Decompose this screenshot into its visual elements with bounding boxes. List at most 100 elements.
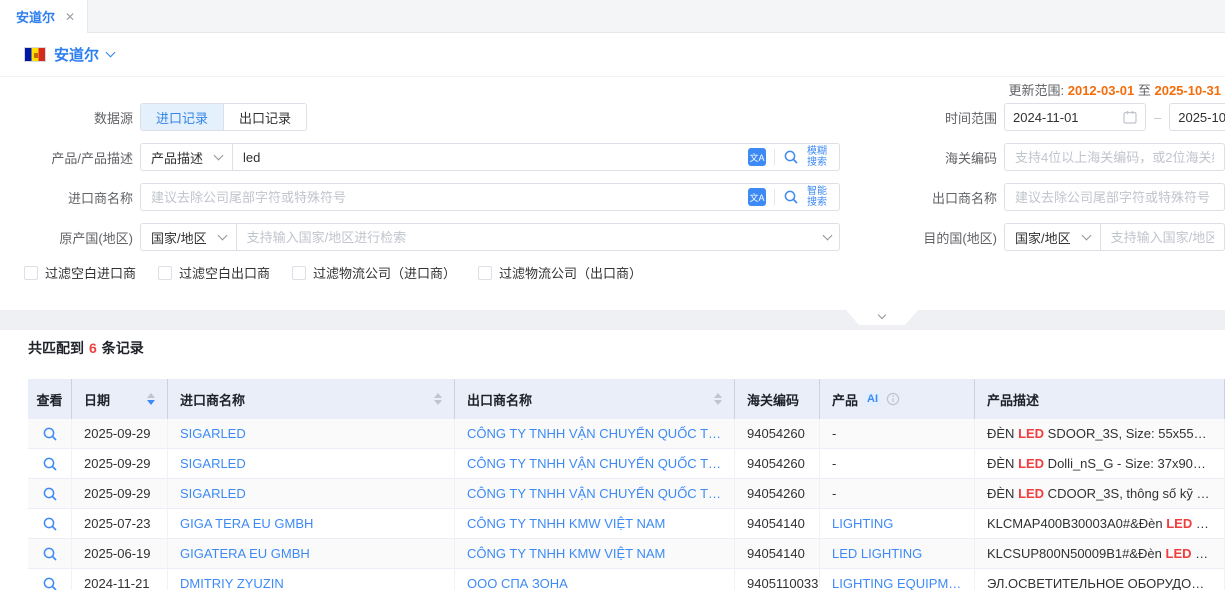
exporter-link[interactable]: CÔNG TY TNHH KMW VIỆT NAM <box>467 546 665 561</box>
col-product: 产品 AI <box>820 379 975 419</box>
table-row: 2025-09-29 SIGARLED CÔNG TY TNHH VẬN CHU… <box>28 449 1225 479</box>
col-product-label: 产品 <box>832 390 858 409</box>
checkbox-label: 过滤物流公司（进口商） <box>313 263 456 282</box>
cell-product: - <box>820 449 975 479</box>
collapse-form-button[interactable] <box>846 310 918 325</box>
time-range-label: 时间范围 <box>847 108 997 127</box>
sort-icons[interactable] <box>426 393 442 405</box>
hs-code-label: 海关编码 <box>847 148 997 167</box>
importer-link[interactable]: GIGATERA EU GMBH <box>180 546 310 561</box>
results-table: 查看 日期 进口商名称 出口商名称 海关编码 产品 AI <box>28 379 1225 590</box>
filter-blank-importer-checkbox[interactable]: 过滤空白进口商 <box>24 263 136 282</box>
view-record-icon[interactable] <box>42 576 58 590</box>
importer-link[interactable]: GIGA TERA EU GMBH <box>180 516 313 531</box>
col-importer-label: 进口商名称 <box>180 390 245 409</box>
export-records-tab[interactable]: 出口记录 <box>223 104 306 130</box>
filter-logistics-exporter-checkbox[interactable]: 过滤物流公司（出口商） <box>478 263 642 282</box>
data-source-label: 数据源 <box>0 108 133 127</box>
origin-country-select[interactable]: 国家/地区 <box>141 224 237 250</box>
import-records-tab[interactable]: 进口记录 <box>141 104 223 130</box>
importer-link[interactable]: SIGARLED <box>180 486 246 501</box>
start-date-value: 2024-11-01 <box>1013 110 1123 125</box>
exporter-label: 出口商名称 <box>847 188 997 207</box>
view-record-icon[interactable] <box>42 546 58 562</box>
divider <box>774 149 775 165</box>
update-range-label: 更新范围: <box>1008 83 1064 98</box>
filter-blank-exporter-checkbox[interactable]: 过滤空白出口商 <box>158 263 270 282</box>
col-importer[interactable]: 进口商名称 <box>168 379 455 419</box>
importer-link[interactable]: SIGARLED <box>180 456 246 471</box>
origin-country-input[interactable] <box>237 224 816 250</box>
product-search-input[interactable] <box>233 144 740 170</box>
checkbox-icon <box>478 266 492 280</box>
cell-hs-code: 94054140 <box>735 509 820 539</box>
checkbox-icon <box>24 266 38 280</box>
col-description: 产品描述 <box>975 379 1225 419</box>
importer-link[interactable]: SIGARLED <box>180 426 246 441</box>
product-type-select[interactable]: 产品描述 <box>141 144 233 170</box>
dest-select-value: 国家/地区 <box>1015 228 1071 247</box>
hs-code-input[interactable] <box>1005 144 1224 170</box>
ai-badge: AI <box>864 392 881 406</box>
product-link[interactable]: LIGHTING EQUIPMENT <box>832 576 962 590</box>
checkbox-label: 过滤空白进口商 <box>45 263 136 282</box>
chevron-down-icon[interactable] <box>823 230 833 240</box>
sort-icons[interactable] <box>139 393 155 405</box>
table-header-row: 查看 日期 进口商名称 出口商名称 海关编码 产品 AI <box>28 379 1225 419</box>
chevron-down-icon <box>878 311 886 319</box>
cell-hs-code: 94054260 <box>735 419 820 449</box>
divider <box>774 189 775 205</box>
exporter-link[interactable]: CÔNG TY TNHH VẬN CHUYỂN QUỐC TẾ TI... <box>467 456 722 471</box>
col-view: 查看 <box>28 379 72 419</box>
product-link[interactable]: LIGHTING <box>832 516 893 531</box>
end-date-input[interactable]: 2025-10-31 <box>1169 103 1225 131</box>
tab-andorra[interactable]: 安道尔 ✕ <box>0 0 88 33</box>
checkbox-icon <box>158 266 172 280</box>
importer-name-input[interactable] <box>141 184 740 210</box>
exporter-link[interactable]: CÔNG TY TNHH VẬN CHUYỂN QUỐC TẾ TI... <box>467 486 722 501</box>
checkbox-label: 过滤物流公司（出口商） <box>499 263 642 282</box>
sort-icons[interactable] <box>706 393 722 405</box>
view-record-icon[interactable] <box>42 516 58 532</box>
match-summary: 共匹配到6条记录 <box>0 338 1225 358</box>
cell-date: 2024-11-21 <box>72 569 168 590</box>
col-date[interactable]: 日期 <box>72 379 168 419</box>
dest-country-select[interactable]: 国家/地区 <box>1005 224 1101 250</box>
view-record-icon[interactable] <box>42 456 58 472</box>
close-icon[interactable]: ✕ <box>65 10 75 24</box>
chevron-down-icon <box>214 150 224 160</box>
exporter-link[interactable]: CÔNG TY TNHH KMW VIỆT NAM <box>467 516 665 531</box>
update-range-to-word: 至 <box>1138 83 1151 98</box>
info-icon[interactable] <box>886 392 900 406</box>
smart-search-button[interactable]: 智能搜索 <box>807 186 831 209</box>
exporter-name-input[interactable] <box>1005 184 1224 210</box>
product-link[interactable]: LED LIGHTING <box>832 546 922 561</box>
cell-hs-code: 94054260 <box>735 479 820 509</box>
filter-logistics-importer-checkbox[interactable]: 过滤物流公司（进口商） <box>292 263 456 282</box>
search-icon[interactable] <box>783 189 799 205</box>
view-record-icon[interactable] <box>42 426 58 442</box>
translate-icon[interactable]: 文A <box>748 188 766 206</box>
country-title[interactable]: 安道尔 <box>54 44 99 65</box>
view-record-icon[interactable] <box>42 486 58 502</box>
search-icon[interactable] <box>783 149 799 165</box>
dest-country-input[interactable] <box>1101 224 1224 250</box>
col-exporter[interactable]: 出口商名称 <box>455 379 735 419</box>
cell-product: - <box>820 419 975 449</box>
summary-suffix: 条记录 <box>102 340 144 356</box>
translate-icon[interactable]: 文A <box>748 148 766 166</box>
cell-description: ĐÈN LED SDOOR_3S, Size: 55x55x46 ... <box>987 426 1212 441</box>
fuzzy-search-button[interactable]: 模糊搜索 <box>807 146 831 169</box>
tab-bar: 安道尔 ✕ <box>0 0 1225 33</box>
exporter-link[interactable]: ООО СПА ЗОНА <box>467 576 568 590</box>
chevron-down-icon[interactable] <box>106 48 116 58</box>
cell-description: ЭЛ.ОСВЕТИТЕЛЬНОЕ ОБОРУДОВА... <box>987 576 1212 590</box>
importer-link[interactable]: DMITRIY ZYUZIN <box>180 576 284 590</box>
table-row: 2025-07-23 GIGA TERA EU GMBH CÔNG TY TNH… <box>28 509 1225 539</box>
cell-description: KLCSUP800N50009B1#&Đèn LED ch... <box>987 546 1212 561</box>
origin-country-label: 原产国(地区) <box>0 228 133 247</box>
start-date-input[interactable]: 2024-11-01 <box>1004 103 1146 131</box>
cell-date: 2025-07-23 <box>72 509 168 539</box>
product-type-value: 产品描述 <box>151 148 203 167</box>
exporter-link[interactable]: CÔNG TY TNHH VẬN CHUYỂN QUỐC TẾ TI... <box>467 426 722 441</box>
